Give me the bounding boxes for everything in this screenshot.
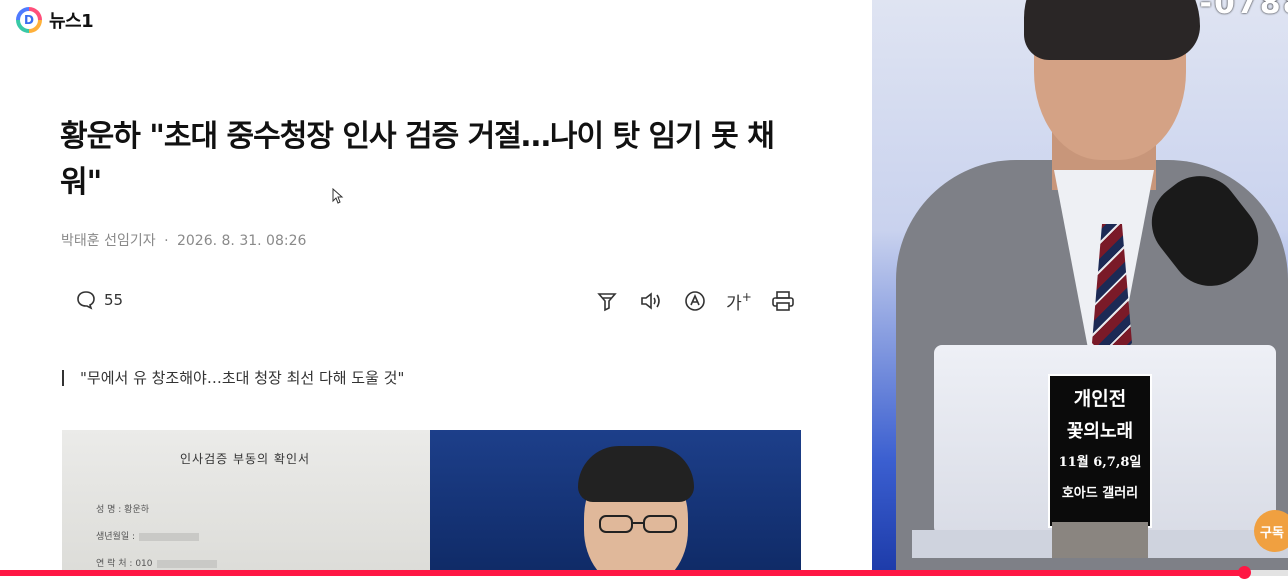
progress-scrubber[interactable] xyxy=(1238,566,1252,579)
comment-button[interactable]: 55 xyxy=(76,290,123,310)
document-photo: 인사검증 부동의 확인서 성 명 : 황운하 생년월일 : 연 락 처 : 01… xyxy=(62,430,430,576)
summary-filter-button[interactable] xyxy=(592,288,622,314)
subheadline-text: "무에서 유 창조해야…초대 청장 최선 다해 도울 것" xyxy=(80,369,405,387)
glasses-icon xyxy=(599,515,677,533)
document-row: 생년월일 : xyxy=(96,529,200,542)
font-size-button[interactable]: 가 + xyxy=(724,288,754,314)
translate-icon xyxy=(685,291,705,311)
document-row: 성 명 : 황운하 xyxy=(96,505,150,515)
subscribe-button[interactable]: 구독 xyxy=(1254,510,1288,552)
comment-count: 55 xyxy=(104,291,124,309)
font-size-icon: 가 xyxy=(726,293,742,314)
summary-filter-icon xyxy=(597,293,617,312)
print-button[interactable] xyxy=(768,288,798,314)
article-toolbar: 가 + xyxy=(592,288,798,314)
exhibition-poster: 개인전 꽃의노래 11월 6,7,8일 호아드 갤러리 xyxy=(1048,374,1152,528)
daum-logo-icon: D xyxy=(16,7,42,33)
print-icon xyxy=(772,291,794,311)
document-title: 인사검증 부동의 확인서 xyxy=(180,452,311,466)
mouse-cursor-icon xyxy=(332,188,344,204)
article-headline: 황운하 "초대 중수청장 인사 검증 거절…나이 탓 임기 못 채워" xyxy=(60,119,775,200)
publish-datetime: 2026. 8. 31. 08:26 xyxy=(176,233,307,249)
portrait-photo xyxy=(430,430,801,576)
site-name: 뉴스1 xyxy=(49,11,94,32)
progress-fill xyxy=(0,570,1245,576)
translate-button[interactable] xyxy=(680,288,710,314)
document-row: 연 락 처 : 010 xyxy=(96,556,217,569)
site-logo[interactable]: D 뉴스1 xyxy=(16,7,94,33)
reporter-name[interactable]: 박태훈 선임기자 xyxy=(61,233,156,249)
streamer-video: 1877-0788 개인전 꽃의노래 11월 6,7,8일 호아드 갤러리 구독 xyxy=(872,0,1288,576)
video-progress-bar[interactable] xyxy=(0,566,1288,579)
listen-audio-button[interactable] xyxy=(636,288,666,314)
article-byline: 박태훈 선임기자 · 2026. 8. 31. 08:26 xyxy=(61,230,306,250)
comment-bubble-icon xyxy=(77,291,95,310)
speaker-icon xyxy=(641,292,660,310)
byline-separator: · xyxy=(164,233,169,249)
article-subheadline: "무에서 유 창조해야…초대 청장 최선 다해 도울 것" xyxy=(62,367,404,388)
quote-bar xyxy=(62,369,64,386)
article-pane: D 뉴스1 황운하 "초대 중수청장 인사 검증 거절…나이 탓 임기 못 채워… xyxy=(0,0,872,576)
